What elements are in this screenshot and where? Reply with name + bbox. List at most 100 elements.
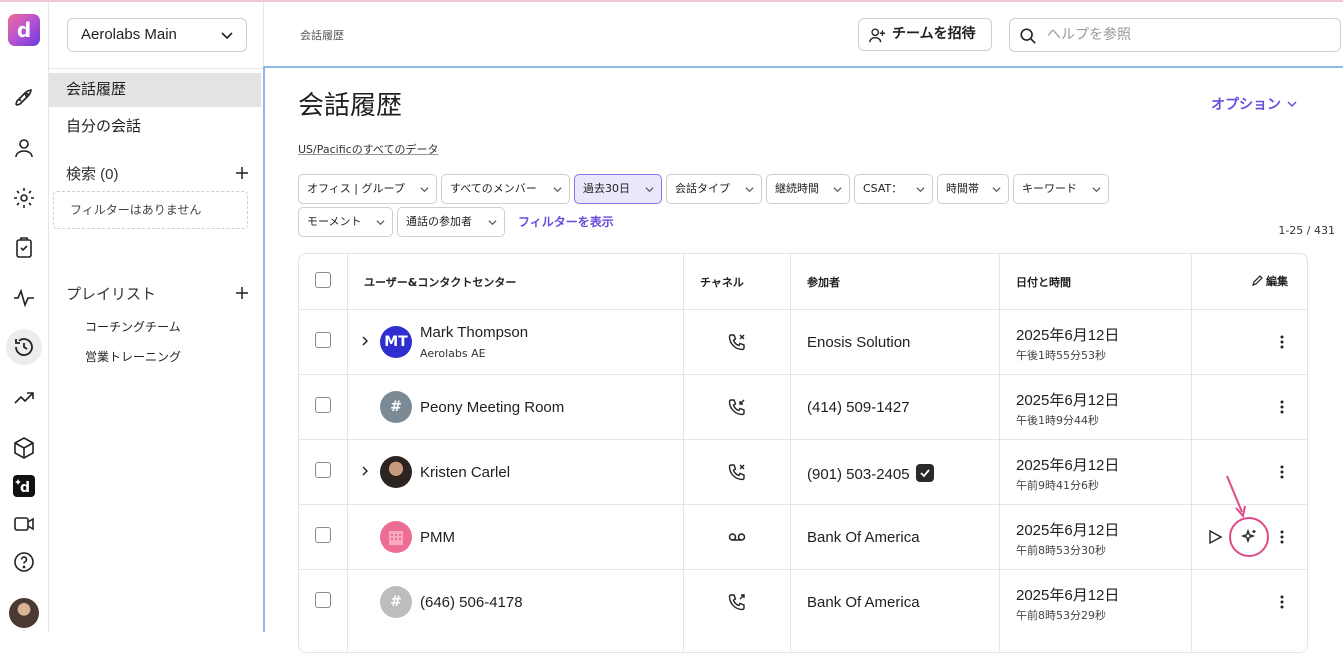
person-icon[interactable] — [12, 136, 36, 160]
row-divider — [299, 504, 1307, 505]
participant[interactable]: (414) 509-1427 — [807, 399, 910, 416]
calls-table: ユーザー&コンタクトセンター チャネル 参加者 日付と時間 編集 MT Mark… — [298, 253, 1308, 653]
column-header-user[interactable]: ユーザー&コンタクトセンター — [364, 274, 516, 290]
chip-label: 通話の参加者 — [406, 215, 472, 228]
user-name[interactable]: (646) 506-4178 — [420, 594, 523, 611]
options-button[interactable]: オプション — [1211, 94, 1297, 114]
user-name[interactable]: PMM — [420, 529, 455, 546]
main-panel: 会話履歴 オプション US/Pacificのすべてのデータ オフィス | グルー… — [263, 66, 1343, 653]
show-filters-link[interactable]: フィルターを表示 — [518, 213, 614, 230]
chevron-down-icon — [916, 187, 925, 193]
playlist-item[interactable]: コーチングチーム — [85, 318, 181, 335]
add-playlist-icon[interactable] — [235, 286, 249, 300]
column-divider — [790, 254, 791, 652]
building-icon — [389, 531, 403, 545]
user-subtitle: Aerolabs AE — [420, 347, 486, 360]
options-label: オプション — [1211, 97, 1281, 113]
avatar: # — [380, 586, 412, 618]
help-icon[interactable] — [12, 550, 36, 574]
filter-chip-date-range[interactable]: 過去30日 — [574, 174, 662, 204]
chevron-down-icon — [376, 220, 385, 226]
filter-chip-members[interactable]: すべてのメンバー — [441, 174, 570, 204]
filter-chip-duration[interactable]: 継続時間 — [766, 174, 850, 204]
column-header-datetime[interactable]: 日付と時間 — [1016, 274, 1071, 290]
video-icon[interactable] — [12, 512, 36, 536]
avatar — [380, 521, 412, 553]
invite-team-button[interactable]: チームを招待 — [858, 18, 992, 51]
workspace-selector[interactable]: Aerolabs Main — [67, 18, 247, 52]
row-checkbox[interactable] — [315, 332, 331, 348]
edit-columns-button[interactable]: 編集 — [1251, 273, 1288, 289]
chevron-down-icon — [1092, 187, 1101, 193]
call-date: 2025年6月12日 — [1016, 587, 1120, 604]
pulse-icon[interactable] — [12, 286, 36, 310]
filter-chip-participants[interactable]: 通話の参加者 — [397, 207, 505, 237]
nav-item-call-history[interactable]: 会話履歴 — [49, 73, 261, 107]
breadcrumb[interactable]: 会話履歴 — [300, 27, 344, 43]
user-name[interactable]: Mark Thompson — [420, 324, 528, 341]
filter-chip-keyword[interactable]: キーワード — [1013, 174, 1109, 204]
clipboard-icon[interactable] — [12, 236, 36, 260]
add-search-icon[interactable] — [235, 166, 249, 180]
play-icon[interactable] — [1207, 529, 1223, 545]
column-divider — [1191, 254, 1192, 652]
nav-divider — [49, 68, 264, 69]
chevron-down-icon — [420, 187, 429, 193]
participant[interactable]: Enosis Solution — [807, 334, 910, 351]
row-checkbox[interactable] — [315, 397, 331, 413]
more-options-icon[interactable] — [1278, 594, 1286, 610]
row-divider — [299, 569, 1307, 570]
more-options-icon[interactable] — [1278, 464, 1286, 480]
nav-item-my-calls[interactable]: 自分の会話 — [49, 110, 261, 144]
more-options-icon[interactable] — [1278, 529, 1286, 545]
filter-chip-call-type[interactable]: 会話タイプ — [666, 174, 762, 204]
row-checkbox[interactable] — [315, 462, 331, 478]
more-options-icon[interactable] — [1278, 334, 1286, 350]
filter-chip-csat[interactable]: CSAT： — [854, 174, 933, 204]
chevron-down-icon — [221, 32, 233, 40]
call-date: 2025年6月12日 — [1016, 392, 1120, 409]
call-time: 午後1時9分44秒 — [1016, 414, 1099, 427]
phone-incoming-icon — [728, 399, 745, 416]
participant[interactable]: (901) 503-2405 — [807, 464, 934, 483]
column-header-channel[interactable]: チャネル — [700, 274, 744, 290]
search-icon — [1020, 28, 1036, 44]
user-avatar[interactable] — [9, 598, 39, 628]
chip-label: すべてのメンバー — [450, 182, 537, 195]
dialpad-app-icon[interactable]: d — [12, 474, 36, 498]
gear-icon[interactable] — [12, 186, 36, 210]
filter-chip-time-of-day[interactable]: 時間帯 — [937, 174, 1009, 204]
ai-summary-button[interactable] — [1229, 517, 1269, 557]
app-logo[interactable]: d — [8, 14, 40, 46]
column-header-participant[interactable]: 参加者 — [807, 274, 840, 290]
trending-icon[interactable] — [12, 386, 36, 410]
select-all-checkbox[interactable] — [315, 272, 331, 288]
participant[interactable]: Bank Of America — [807, 594, 920, 611]
row-checkbox[interactable] — [315, 592, 331, 608]
chip-label: 会話タイプ — [675, 182, 730, 195]
more-options-icon[interactable] — [1278, 399, 1286, 415]
filter-chip-office[interactable]: オフィス | グループ — [298, 174, 437, 204]
user-name[interactable]: Peony Meeting Room — [420, 399, 564, 416]
help-search-input[interactable]: ヘルプを参照 — [1009, 18, 1341, 52]
result-count: 1-25 / 431 — [1278, 224, 1335, 237]
history-icon[interactable] — [12, 335, 36, 359]
chevron-down-icon — [992, 187, 1001, 193]
left-nav: Aerolabs Main 会話履歴 自分の会話 検索 (0) フィルターはあり… — [49, 2, 264, 632]
participant[interactable]: Bank Of America — [807, 529, 920, 546]
call-time: 午後1時55分53秒 — [1016, 349, 1106, 362]
row-checkbox[interactable] — [315, 527, 331, 543]
user-name[interactable]: Kristen Carlel — [420, 464, 510, 481]
call-time: 午前8時53分30秒 — [1016, 544, 1106, 557]
pencil-icon — [1252, 275, 1263, 286]
call-date: 2025年6月12日 — [1016, 522, 1120, 539]
chevron-right-icon[interactable] — [360, 466, 370, 476]
timezone-link[interactable]: US/Pacificのすべてのデータ — [298, 141, 439, 157]
chevron-right-icon[interactable] — [360, 336, 370, 346]
rocket-icon[interactable] — [12, 86, 36, 110]
chevron-down-icon — [833, 187, 842, 193]
column-divider — [347, 254, 348, 652]
playlist-item[interactable]: 営業トレーニング — [85, 348, 181, 365]
filter-chip-moment[interactable]: モーメント — [298, 207, 393, 237]
cube-icon[interactable] — [12, 436, 36, 460]
